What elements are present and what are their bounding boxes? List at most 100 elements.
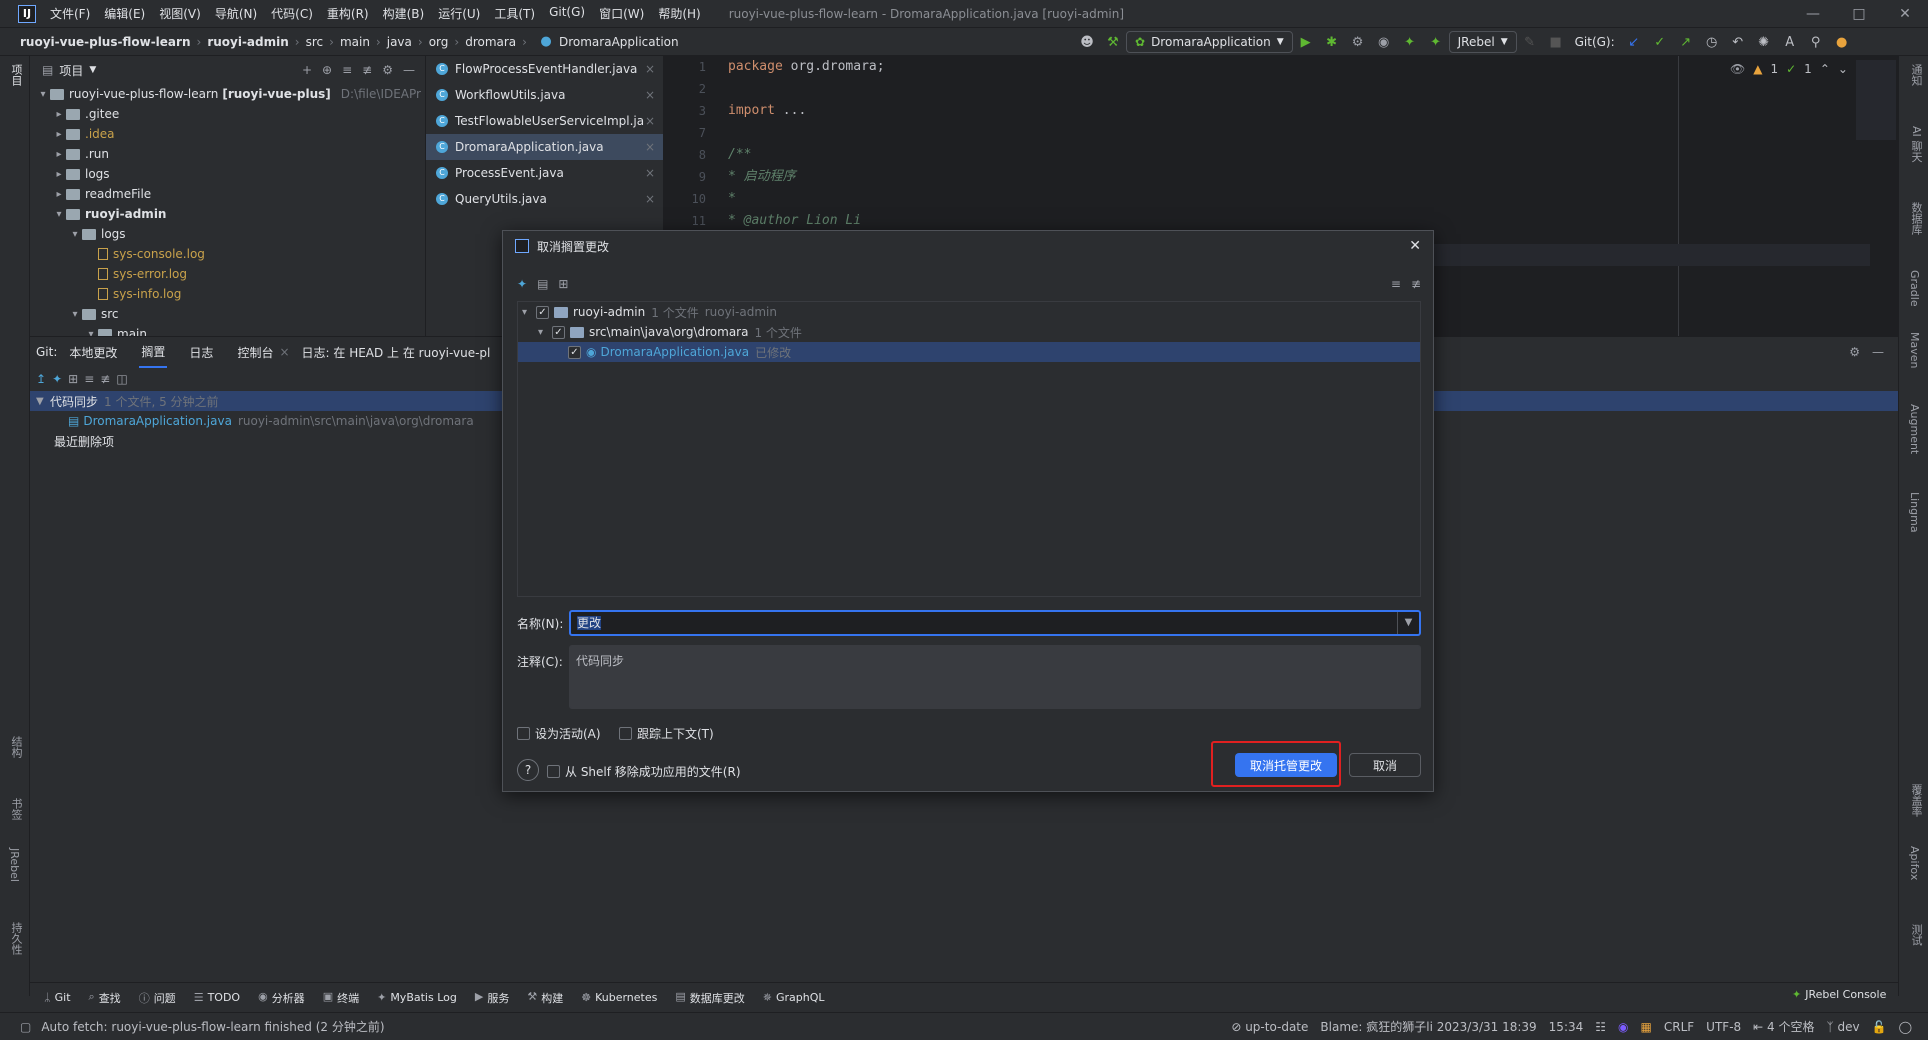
close-tab-icon[interactable]: × [645,88,655,102]
update-icon[interactable]: ● [1831,31,1853,53]
tree-node[interactable]: ▸ logs [30,164,425,184]
reader-mode-icon[interactable]: 👁 [1730,62,1745,76]
menu-item[interactable]: 视图(V) [159,5,201,22]
branch-status[interactable]: ᛉ dev [1826,1020,1859,1034]
tab-local-changes[interactable]: 本地更改 [67,338,119,367]
tab-log[interactable]: 日志 [187,338,215,367]
memory-icon[interactable]: ◯ [1899,1020,1912,1034]
unshelve-ok-button[interactable]: 取消托管更改 [1235,753,1337,777]
history-icon[interactable]: ◷ [1701,31,1723,53]
coverage-icon[interactable]: ⚙ [1347,31,1369,53]
expand-all-icon[interactable]: ≡ [1391,277,1401,291]
jrebel-run-icon[interactable]: ✦ [1399,31,1421,53]
tool-project[interactable]: 项目 [8,64,24,86]
checkbox-icon[interactable]: ✓ [552,325,565,339]
code-line[interactable] [728,78,885,100]
code-line[interactable]: * 启动程序 [728,166,885,188]
tool-ai-chat[interactable]: AI 聊天 [1908,126,1924,162]
bottom-tool-1[interactable]: ⌕ 查找 [89,990,121,1006]
import-patch-icon[interactable]: ✦ [517,277,527,291]
translate-icon[interactable]: A [1779,31,1801,53]
bottom-tool-10[interactable]: ▤ 数据库更改 [675,990,744,1006]
name-input[interactable]: 更改 ▼ [569,610,1421,636]
stop-icon[interactable]: ■ [1545,31,1567,53]
tool-persistence[interactable]: 持久性 [8,922,24,955]
code-line[interactable]: import ... [728,100,885,122]
chevron-right-icon[interactable]: ▸ [52,189,66,200]
import-patch-icon[interactable]: ✦ [52,372,62,386]
editor-tab[interactable]: C DromaraApplication.java × [426,134,663,160]
editor-tab[interactable]: C ProcessEvent.java × [426,160,663,186]
tool-gradle[interactable]: Gradle [1908,270,1921,307]
bottom-tool-11[interactable]: ✵ GraphQL [763,991,825,1004]
close-tab-icon[interactable]: × [645,62,655,76]
code-area[interactable]: package org.dromara; import ... /** * 启动程序… [728,56,885,232]
run-icon[interactable]: ▶ [1295,31,1317,53]
tree-node[interactable]: ▸ .gitee [30,104,425,124]
collapse-all-icon[interactable]: ≢ [100,372,110,386]
blame-status[interactable]: Blame: 疯狂的狮子li 2023/3/31 18:39 [1320,1018,1536,1035]
chevron-down-icon[interactable]: ▾ [68,229,82,240]
preview-icon[interactable]: ◫ [116,372,127,386]
breadcrumb-item[interactable]: DromaraApplication [559,35,679,49]
chevron-right-icon[interactable]: ▸ [52,129,66,140]
tool-lingma[interactable]: Lingma [1908,492,1921,533]
uptodate-status[interactable]: ⊘ up-to-date [1231,1020,1308,1034]
chevron-right-icon[interactable]: ▸ [52,109,66,120]
expand-all-icon[interactable]: ≡ [84,372,94,386]
breadcrumb-item[interactable]: org [429,35,449,49]
change-tree-node[interactable]: ▾ ✓ ruoyi-admin 1 个文件 ruoyi-admin [518,302,1420,322]
bottom-tool-2[interactable]: ⓘ 问题 [139,990,176,1006]
bottom-tool-5[interactable]: ▣ 终端 [323,990,359,1006]
hide-icon[interactable]: — [403,63,415,77]
folder-icon[interactable]: ▤ [537,277,548,291]
tool-coverage[interactable]: 覆盖率 [1908,784,1924,817]
menu-item[interactable]: 帮助(H) [658,5,700,22]
cancel-button[interactable]: 取消 [1349,753,1421,777]
tool-tests[interactable]: 测试 [1908,924,1924,946]
menu-item[interactable]: 重构(R) [327,5,369,22]
tab-shelf[interactable]: 搁置 [139,337,168,368]
add-icon[interactable]: + [302,63,312,77]
build-hammer-icon[interactable]: ⚒ [1102,31,1124,53]
settings-icon[interactable]: ⚙ [1849,345,1860,359]
change-tree-node[interactable]: ✓ ◉ DromaraApplication.java 已修改 [518,342,1420,362]
jrebel-console-button[interactable]: ✦ JRebel Console [1792,988,1886,1001]
plugin-icon[interactable]: ◉ [1618,1020,1628,1034]
menu-item[interactable]: 窗口(W) [599,5,644,22]
close-tab-icon[interactable]: × [279,345,289,359]
code-line[interactable]: /** [728,144,885,166]
hide-icon[interactable]: — [1872,345,1884,359]
comment-textarea[interactable]: 代码同步 [569,645,1421,709]
tree-node[interactable]: ▾ ruoyi-vue-plus-flow-learn [ruoyi-vue-plu… [30,84,425,104]
close-tab-icon[interactable]: × [645,192,655,206]
code-line[interactable]: * [728,188,885,210]
chevron-down-icon[interactable]: ▾ [36,89,50,100]
tree-node[interactable]: ▸ .run [30,144,425,164]
tree-node[interactable]: ▸ .idea [30,124,425,144]
chevron-down-icon[interactable]: ▼ [89,65,96,75]
run-config-select[interactable]: ✿ DromaraApplication ▼ [1126,31,1293,53]
tree-node[interactable]: ▸ readmeFile [30,184,425,204]
jrebel-select[interactable]: JRebel ▼ [1448,31,1517,53]
ai-icon[interactable]: ✺ [1753,31,1775,53]
set-active-checkbox[interactable]: 设为活动(A) [517,725,601,742]
status-message[interactable]: Auto fetch: ruoyi-vue-plus-flow-learn fi… [41,1018,384,1035]
chevron-down-icon[interactable]: ▼ [36,396,50,407]
bottom-tool-0[interactable]: ᛦ Git [44,991,71,1004]
tree-node[interactable]: sys-error.log [30,264,425,284]
breadcrumb-item[interactable]: java [387,35,412,49]
minimize-icon[interactable]: — [1790,0,1836,28]
editor-tab[interactable]: C QueryUtils.java × [426,186,663,212]
bottom-tool-9[interactable]: ☸ Kubernetes [581,991,657,1004]
group-by-icon[interactable]: ⊞ [558,277,568,291]
help-button[interactable]: ? [517,759,539,781]
lang-icon[interactable]: ☷ [1595,1020,1606,1034]
code-line[interactable] [728,122,885,144]
close-icon[interactable]: ✕ [1409,238,1421,254]
grid-icon[interactable]: ▦ [1641,1020,1652,1034]
expand-all-icon[interactable]: ≡ [342,63,352,77]
tab-log-head[interactable]: 日志: 在 HEAD 上 在 ruoyi-vue-pl [300,338,493,367]
tool-augment[interactable]: Augment [1908,404,1921,454]
editor-tab[interactable]: C TestFlowableUserServiceImpl.ja × [426,108,663,134]
